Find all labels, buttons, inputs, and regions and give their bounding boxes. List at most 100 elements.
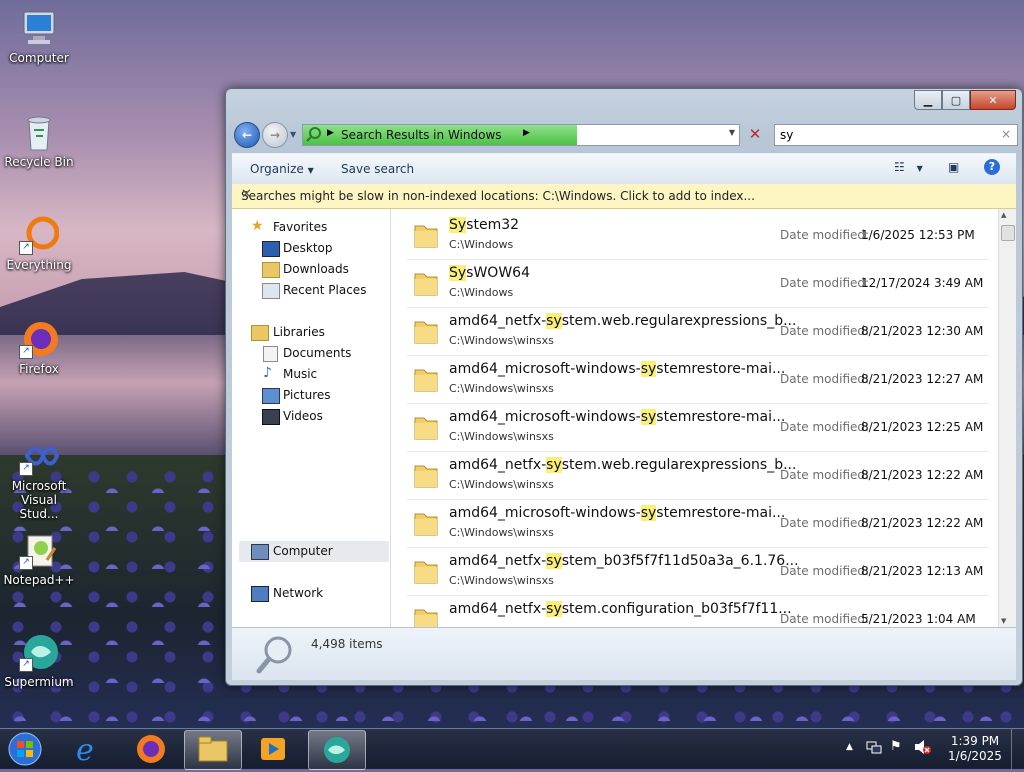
address-history-dropdown[interactable]: ▼ (729, 128, 735, 137)
change-view-button[interactable]: ☷ ▼ (894, 160, 923, 174)
desktop-icon-everything[interactable]: ↗ Everything (3, 215, 75, 272)
taskbar-firefox[interactable] (123, 730, 179, 768)
file-name: amd64_netfx-system.web.regularexpression… (449, 457, 797, 473)
close-infobar-icon[interactable]: ✕ (241, 187, 1006, 202)
nav-downloads[interactable]: Downloads (232, 259, 388, 280)
show-hidden-icons[interactable]: ▲ (846, 742, 853, 752)
search-match-highlight: sy (546, 313, 562, 329)
search-box[interactable]: sy × (774, 124, 1018, 146)
back-arrow-icon: ← (241, 128, 253, 142)
internet-explorer-icon: e (62, 733, 118, 771)
desktop-icon-firefox[interactable]: ↗ Firefox (3, 319, 75, 376)
file-row[interactable]: amd64_netfx-system.configuration_b03f5f7… (407, 595, 989, 627)
taskbar-supermium[interactable] (308, 730, 366, 770)
desktop-icon-notepad-plus-plus[interactable]: ↗ Notepad++ (3, 530, 75, 587)
date-modified-label: Date modified: (780, 276, 870, 290)
nav-desktop[interactable]: Desktop (232, 238, 388, 259)
desktop-folder-icon (262, 241, 280, 257)
network-tray-icon[interactable] (866, 739, 882, 755)
file-row[interactable]: amd64_netfx-system_b03f5f7f11d50a3a_6.1.… (407, 547, 989, 596)
chevron-down-icon: ▼ (916, 164, 923, 173)
file-row[interactable]: amd64_netfx-system.web.regularexpression… (407, 307, 989, 356)
svg-text:e: e (76, 733, 94, 768)
organize-button[interactable]: Organize ▼ (250, 162, 314, 176)
file-path: C:\Windows\winsxs (449, 526, 554, 539)
desktop-icon-recycle-bin[interactable]: Recycle Bin (3, 112, 75, 169)
volume-muted-icon[interactable] (914, 739, 932, 755)
explorer-window: ▁ ▢ ✕ ← → ▼ ▶ Search Results in Windows … (225, 88, 1023, 686)
file-row[interactable]: amd64_microsoft-windows-systemrestore-ma… (407, 403, 989, 452)
folder-icon (413, 509, 439, 537)
stop-button[interactable]: ✕ (744, 125, 766, 145)
nav-music[interactable]: ♪ Music (232, 364, 388, 385)
clock[interactable]: 1:39 PM 1/6/2025 (940, 734, 1010, 764)
show-desktop-button[interactable] (1011, 729, 1024, 769)
nav-network[interactable]: Network (232, 583, 388, 604)
desktop-icon-supermium[interactable]: ↗ Supermium (3, 632, 75, 689)
index-info-bar[interactable]: Searches might be slow in non-indexed lo… (232, 184, 1016, 209)
maximize-button[interactable]: ▢ (942, 90, 970, 110)
taskbar-internet-explorer[interactable]: e (62, 730, 118, 768)
date-modified-value: 8/21/2023 12:13 AM (861, 564, 984, 578)
save-search-button[interactable]: Save search (341, 162, 414, 176)
file-row[interactable]: SysWOW64 C:\Windows Date modified: 12/17/20… (407, 259, 989, 308)
file-row[interactable]: amd64_microsoft-windows-systemrestore-ma… (407, 355, 989, 404)
scroll-up-icon[interactable]: ▲ (1001, 211, 1006, 219)
vertical-scrollbar[interactable]: ▲ ▼ (998, 209, 1016, 627)
breadcrumb-search-results[interactable]: Search Results in Windows (341, 128, 502, 142)
breadcrumb-separator-icon: ▶ (327, 128, 334, 138)
nav-documents[interactable]: Documents (232, 343, 388, 364)
stop-x-icon: ✕ (748, 125, 762, 143)
desktop-icon-computer[interactable]: Computer (3, 8, 75, 65)
file-name: amd64_netfx-system.configuration_b03f5f7… (449, 601, 792, 617)
address-bar[interactable]: ▶ Search Results in Windows ▶ ▼ (302, 124, 740, 146)
recent-places-icon (262, 283, 280, 299)
help-icon: ? (988, 160, 996, 173)
forward-button[interactable]: → (262, 122, 288, 148)
help-button[interactable]: ? (984, 159, 1000, 175)
start-button[interactable] (4, 730, 46, 768)
file-row[interactable]: amd64_microsoft-windows-systemrestore-ma… (407, 499, 989, 548)
file-row[interactable]: amd64_netfx-system.web.regularexpression… (407, 451, 989, 500)
nav-libraries[interactable]: Libraries (232, 322, 388, 343)
search-match-highlight: sy (546, 601, 562, 617)
clear-search-icon[interactable]: × (1001, 127, 1011, 141)
nav-pictures[interactable]: Pictures (232, 385, 388, 406)
recent-pages-dropdown[interactable]: ▼ (290, 130, 296, 139)
nav-favorites[interactable]: ★ Favorites (232, 217, 388, 238)
nav-computer[interactable]: Computer (239, 541, 389, 562)
file-path: C:\Windows\winsxs (449, 478, 554, 491)
scrollbar-thumb[interactable] (1001, 225, 1015, 241)
nav-recent-places[interactable]: Recent Places (232, 280, 388, 301)
back-button[interactable]: ← (234, 122, 260, 148)
search-input[interactable]: sy (780, 128, 793, 142)
nav-label: Downloads (283, 262, 349, 276)
date-modified-label: Date modified: (780, 612, 870, 626)
date-modified-value: 1/6/2025 12:53 PM (861, 228, 975, 242)
nav-label: Videos (283, 409, 323, 423)
search-match-highlight: Sy (449, 265, 467, 281)
breadcrumb-chevron-icon[interactable]: ▶ (523, 128, 530, 138)
nav-videos[interactable]: Videos (232, 406, 388, 427)
date-modified-label: Date modified: (780, 564, 870, 578)
folder-icon (413, 269, 439, 297)
date-modified-value: 8/21/2023 12:30 AM (861, 324, 984, 338)
file-row[interactable]: System32 C:\Windows Date modified: 1/6/2025… (407, 211, 989, 260)
nav-label: Libraries (273, 325, 325, 339)
taskbar-windows-explorer[interactable] (184, 730, 242, 770)
file-name: SysWOW64 (449, 265, 530, 281)
shortcut-arrow-icon: ↗ (19, 241, 33, 255)
music-note-icon: ♪ (263, 365, 272, 381)
minimize-button[interactable]: ▁ (914, 90, 942, 110)
date-modified-label: Date modified: (780, 468, 870, 482)
nav-label: Desktop (283, 241, 333, 255)
search-match-highlight: sy (640, 505, 657, 521)
folder-icon (413, 317, 439, 345)
taskbar-media-player[interactable] (245, 730, 301, 768)
folder-icon (185, 736, 241, 772)
scroll-down-icon[interactable]: ▼ (1001, 617, 1006, 625)
action-center-flag-icon[interactable]: ⚑ (890, 739, 902, 754)
preview-pane-button[interactable]: ▣ (948, 160, 959, 174)
close-button[interactable]: ✕ (970, 90, 1016, 110)
desktop-icon-visual-studio[interactable]: ↗ Microsoft Visual Stud... (3, 436, 75, 521)
